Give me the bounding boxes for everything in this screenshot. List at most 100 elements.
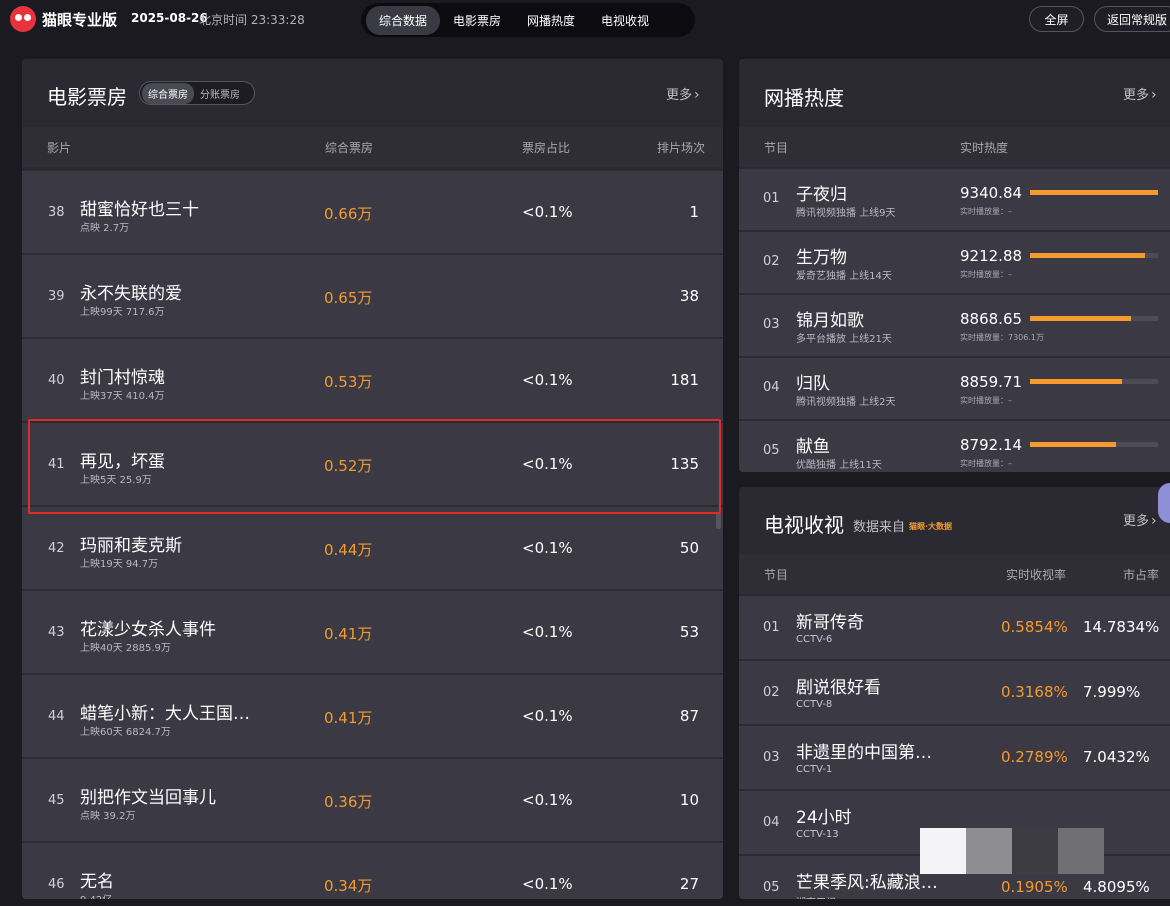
web-heat-more-link[interactable]: 更多 ›: [1123, 84, 1157, 103]
film-sub-info: 上映19天 94.7万: [80, 559, 159, 570]
show-count: 50: [679, 539, 699, 557]
show-count: 27: [679, 875, 699, 893]
web-heat-table-header: 节目 实时热度: [739, 127, 1170, 167]
more-label: 更多: [1123, 514, 1150, 529]
box-share: <0.1%: [522, 791, 573, 809]
show-count: 1: [689, 203, 699, 221]
col-shows: 排片场次: [656, 141, 705, 155]
market-share: 4.8095%: [1083, 878, 1150, 896]
table-row[interactable]: 04 归队 腾讯视频独播 上线2天 8859.71 实时播放量：–: [739, 358, 1170, 419]
heat-value: 9212.88: [960, 247, 1023, 265]
table-row[interactable]: 38 甜蜜恰好也三十 点映 2.7万 0.66万 <0.1% 1: [22, 171, 723, 253]
heat-bar-fill: [1030, 379, 1122, 384]
web-heat-panel: 网播热度 更多 › 节目 实时热度 01 子夜归 腾讯视频独播 上线9天 9340.84…: [739, 59, 1170, 472]
tab-box-office[interactable]: 电影票房: [440, 6, 514, 35]
total-box-office: 0.34万: [324, 877, 373, 895]
program-sub-info: 优酷独播 上线11天: [796, 460, 882, 471]
table-row[interactable]: 43 花漾少女杀人事件 上映40天 2885.9万 0.41万 <0.1% 53: [22, 591, 723, 673]
rank: 46: [48, 877, 65, 892]
table-row[interactable]: 42 玛丽和麦克斯 上映19天 94.7万 0.44万 <0.1% 50: [22, 507, 723, 589]
table-row[interactable]: 03 锦月如歌 多平台播放 上线21天 8868.65 实时播放量：7306.1万: [739, 295, 1170, 356]
logo-text: 猫眼专业版: [42, 10, 118, 29]
rank: 04: [763, 380, 780, 395]
col-market-share: 市占率: [1123, 568, 1160, 582]
data-source-label: 数据来自: [853, 520, 906, 535]
rank: 43: [48, 625, 65, 640]
table-row[interactable]: 44 蜡笔小新：大人王国… 上映60天 6824.7万 0.41万 <0.1% 87: [22, 675, 723, 757]
table-row[interactable]: 05 献鱼 优酷独播 上线11天 8792.14 实时播放量：–: [739, 421, 1170, 472]
watermark-tile: [920, 828, 966, 874]
film-sub-info: 点映 39.2万: [80, 811, 136, 822]
total-box-office: 0.41万: [324, 625, 373, 643]
top-bar: 猫眼专业版 2025-08-26 北京时间 23:33:28 综合数据 电影票房…: [0, 0, 1170, 38]
segment-total-box[interactable]: 综合票房: [142, 82, 194, 104]
box-office-panel: 电影票房 综合票房 分账票房 更多 › 影片 综合票房 票房占比 排片场次 38 甜…: [22, 59, 723, 899]
total-box-office: 0.53万: [324, 373, 373, 391]
film-name: 别把作文当回事儿: [80, 788, 216, 808]
table-row[interactable]: 01 新哥传奇 CCTV-6 0.5854% 14.7834%: [739, 596, 1170, 659]
total-box-office: 0.65万: [324, 289, 373, 307]
market-share: 14.7834%: [1083, 618, 1160, 636]
rank: 41: [48, 457, 65, 472]
realtime-rating: 0.1905%: [1001, 878, 1068, 896]
program-name: 子夜归: [796, 185, 847, 205]
segment-split-box[interactable]: 分账票房: [194, 83, 246, 104]
channel: CCTV-13: [796, 829, 839, 840]
chevron-right-icon: ›: [1151, 87, 1157, 103]
film-sub-info: 上映60天 6824.7万: [80, 727, 171, 738]
floating-side-button[interactable]: [1158, 483, 1170, 523]
box-office-title: 电影票房: [47, 85, 127, 109]
program-name: 献鱼: [796, 437, 830, 457]
table-row[interactable]: 03 非遗里的中国第… CCTV-1 0.2789% 7.0432%: [739, 726, 1170, 789]
film-name: 蜡笔小新：大人王国…: [80, 704, 250, 724]
rank: 01: [763, 191, 780, 206]
heat-bar: [1030, 253, 1158, 258]
channel: CCTV-8: [796, 699, 833, 710]
heat-bar: [1030, 379, 1158, 384]
table-row[interactable]: 40 封门村惊魂 上映37天 410.4万 0.53万 <0.1% 181: [22, 339, 723, 421]
col-realtime-heat: 实时热度: [960, 141, 1009, 155]
tab-tv-ratings[interactable]: 电视收视: [588, 6, 662, 35]
table-row[interactable]: 02 剧说很好看 CCTV-8 0.3168% 7.999%: [739, 661, 1170, 724]
heat-bar: [1030, 190, 1158, 195]
box-office-more-link[interactable]: 更多 ›: [666, 84, 700, 103]
scrollbar-thumb[interactable]: [716, 513, 721, 529]
data-source: 数据来自 猫眼·大数据: [853, 516, 952, 535]
program-name: 生万物: [796, 248, 847, 268]
current-date: 2025-08-26: [131, 11, 208, 25]
tab-web-heat[interactable]: 网播热度: [514, 6, 588, 35]
play-count: 实时播放量：–: [960, 459, 1012, 468]
heat-bar-fill: [1030, 190, 1158, 195]
cat-eye-logo-icon: [10, 6, 36, 32]
heat-value: 8868.65: [960, 310, 1023, 328]
realtime-rating: 0.2789%: [1001, 748, 1068, 766]
back-to-normal-button[interactable]: 返回常规版: [1094, 6, 1170, 32]
table-row[interactable]: 01 子夜归 腾讯视频独播 上线9天 9340.84 实时播放量：–: [739, 169, 1170, 230]
program-sub-info: 爱奇艺独播 上线14天: [796, 271, 892, 282]
table-row[interactable]: 02 生万物 爱奇艺独播 上线14天 9212.88 实时播放量：–: [739, 232, 1170, 293]
col-program: 节目: [764, 141, 789, 155]
tv-ratings-table-header: 节目 实时收视率 市占率: [739, 554, 1170, 594]
rank: 05: [763, 880, 780, 895]
play-count: 实时播放量：7306.1万: [960, 333, 1044, 342]
more-label: 更多: [1123, 88, 1150, 103]
play-count: 实时播放量：–: [960, 270, 1012, 279]
tab-overview[interactable]: 综合数据: [366, 5, 441, 35]
table-row[interactable]: 41 再见，坏蛋 上映5天 25.9万 0.52万 <0.1% 135: [22, 423, 723, 505]
table-row[interactable]: 39 永不失联的爱 上映99天 717.6万 0.65万 38: [22, 255, 723, 337]
market-share: 7.999%: [1083, 683, 1141, 701]
rank: 44: [48, 709, 65, 724]
heat-bar: [1030, 442, 1158, 447]
show-count: 10: [679, 791, 699, 809]
program-name: 非遗里的中国第…: [796, 743, 932, 763]
channel: CCTV-6: [796, 634, 833, 645]
box-office-type-toggle: 综合票房 分账票房: [139, 81, 255, 105]
film-name: 玛丽和麦克斯: [80, 536, 182, 556]
col-program: 节目: [764, 568, 789, 582]
table-row[interactable]: 45 别把作文当回事儿 点映 39.2万 0.36万 <0.1% 10: [22, 759, 723, 841]
fullscreen-button[interactable]: 全屏: [1029, 6, 1084, 32]
table-row[interactable]: 46 无名9.42亿 0.34万 <0.1% 27: [22, 843, 723, 899]
play-count: 实时播放量：–: [960, 207, 1012, 216]
logo[interactable]: 猫眼专业版: [10, 6, 117, 32]
tv-ratings-more-link[interactable]: 更多 ›: [1123, 510, 1157, 529]
